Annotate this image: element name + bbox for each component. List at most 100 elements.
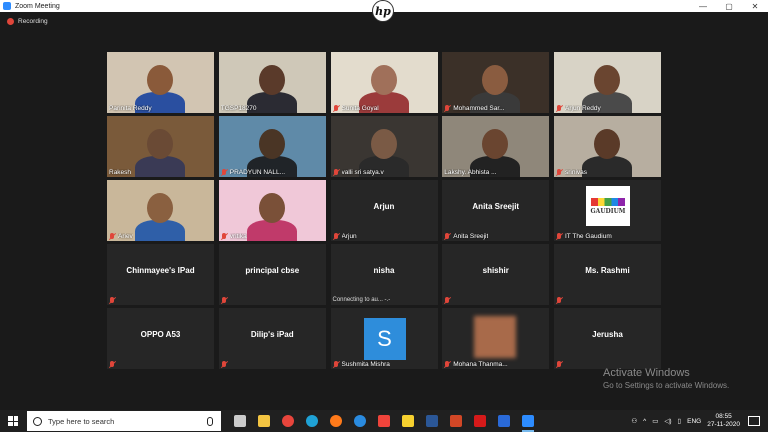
chevron-up-icon[interactable]: ^ [643,418,646,425]
sticky-notes-icon[interactable] [399,412,417,430]
watermark-subtitle: Go to Settings to activate Windows. [603,381,730,390]
firefox-icon[interactable] [327,412,345,430]
muted-mic-icon [221,297,227,304]
taskbar: Type here to search ⚇ ^ ▭ ◁) ▯ ENG 08:55… [0,410,768,432]
participant-tile[interactable]: vritika [218,180,326,241]
sticky-notes-icon-glyph [402,415,414,427]
file-explorer-icon[interactable] [255,412,273,430]
participant-label [444,297,453,304]
close-button[interactable]: ✕ [742,0,768,12]
participant-name: Ariev [118,233,133,240]
participant-video [554,52,661,113]
participant-label [109,361,118,368]
participant-label: PRADYUN NALL... [221,169,285,176]
participant-video [330,116,438,177]
file-explorer-icon-glyph [258,415,270,427]
zoom-icon-glyph [522,415,534,427]
participant-tile[interactable]: OPPO A53 [107,308,214,369]
participant-tile[interactable]: Dilip's iPad [218,308,326,369]
participant-tile[interactable]: Jerusha [554,308,661,369]
participant-name: Mohana Thanma... [453,361,508,368]
participant-tile[interactable]: S Sushmita Mishra [330,308,438,369]
muted-mic-icon [556,169,562,176]
participant-tile[interactable]: valli sri satya.v [330,116,438,177]
start-button[interactable] [0,410,26,432]
participant-name: Arjun Reddy [565,105,601,112]
participant-video [554,116,661,177]
muted-mic-icon [333,169,339,176]
muted-mic-icon [444,233,450,240]
minimize-button[interactable]: — [690,0,716,12]
clock[interactable]: 08:55 27-11-2020 [707,413,740,429]
video-gallery: Parinita Reddy TGSP18270 Sunita Goyal Moham… [107,52,661,372]
participant-tile[interactable]: Chinmayee's IPad [107,244,214,305]
participant-tile[interactable]: Parinita Reddy [107,52,214,113]
recording-indicator[interactable]: Recording [7,18,48,25]
participant-label: vritika [221,233,247,240]
participant-tile[interactable]: shishir [442,244,550,305]
participant-tile[interactable]: Mohammed Sar... [442,52,550,113]
participant-tile[interactable]: Arjun Reddy [554,52,661,113]
muted-mic-icon [109,361,115,368]
participant-tile[interactable]: Rakesh [107,116,214,177]
participant-name: valli sri satya.v [341,169,384,176]
media-icon[interactable] [495,412,513,430]
participant-tile[interactable]: Sunita Goyal [330,52,438,113]
task-view-icon-glyph [234,415,246,427]
participant-display-name: principal cbse [245,266,300,275]
participant-label: valli sri satya.v [333,169,384,176]
participant-label: TGSP18270 [221,105,257,112]
participant-video [107,116,214,177]
participant-tile[interactable]: Arjun Arjun [330,180,438,241]
anydesk-icon[interactable] [375,412,393,430]
clock-date: 27-11-2020 [707,421,740,428]
participant-name: Lakshy. Abhista ... [444,169,497,176]
participant-tile[interactable]: PRADYUN NALL... [218,116,326,177]
participant-tile[interactable]: srinivas [554,116,661,177]
muted-mic-icon [109,233,115,240]
taskbar-search-box[interactable]: Type here to search [27,411,221,431]
windows-logo-icon [8,416,18,426]
participant-tile[interactable]: principal cbse [218,244,326,305]
maximize-button[interactable]: ▢ [716,0,742,12]
muted-mic-icon [221,233,227,240]
participant-label: Sunita Goyal [333,105,379,112]
anydesk-icon-glyph [378,415,390,427]
gaudium-logo: GAUDIUM [586,186,630,226]
notification-icon[interactable] [748,416,760,426]
language-indicator[interactable]: ENG [687,418,701,425]
participant-tile[interactable]: Ariev [107,180,214,241]
activate-windows-watermark: Activate Windows Go to Settings to activ… [603,367,729,390]
participant-video [107,52,214,113]
participant-tile[interactable]: Ms. Rashmi [554,244,661,305]
zoom-icon[interactable] [519,412,537,432]
task-view-icon[interactable] [231,412,249,430]
battery-icon[interactable]: ▯ [678,417,682,425]
participant-tile[interactable]: GAUDIUM IT The Gaudium [554,180,661,241]
window-title: Zoom Meeting [15,2,60,10]
edge-icon[interactable] [303,412,321,430]
participant-tile[interactable]: nisha Connecting to au... -.- [330,244,438,305]
microphone-icon[interactable] [207,417,213,426]
powerpoint-icon[interactable] [447,412,465,430]
chrome-icon-glyph [282,415,294,427]
volume-icon[interactable]: ◁) [664,417,671,425]
powerpoint-icon-glyph [450,415,462,427]
ie-icon[interactable] [351,412,369,430]
participant-tile[interactable]: Mohana Thanma... [442,308,550,369]
people-icon[interactable]: ⚇ [631,417,637,425]
participant-tile[interactable]: TGSP18270 [218,52,326,113]
participant-display-name: nisha [373,266,395,275]
recording-label: Recording [18,18,48,25]
participant-tile[interactable]: Lakshy. Abhista ... [442,116,550,177]
acrobat-icon[interactable] [471,412,489,430]
chrome-icon[interactable] [279,412,297,430]
muted-mic-icon [556,297,562,304]
participant-name: Sushmita Mishra [341,361,390,368]
participant-display-name: Chinmayee's IPad [126,266,195,275]
word-icon[interactable] [423,412,441,430]
participant-label [556,297,565,304]
participant-tile[interactable]: Anita Sreejit Anita Sreejit [442,180,550,241]
network-icon[interactable]: ▭ [652,417,658,425]
participant-name: IT The Gaudium [565,233,612,240]
